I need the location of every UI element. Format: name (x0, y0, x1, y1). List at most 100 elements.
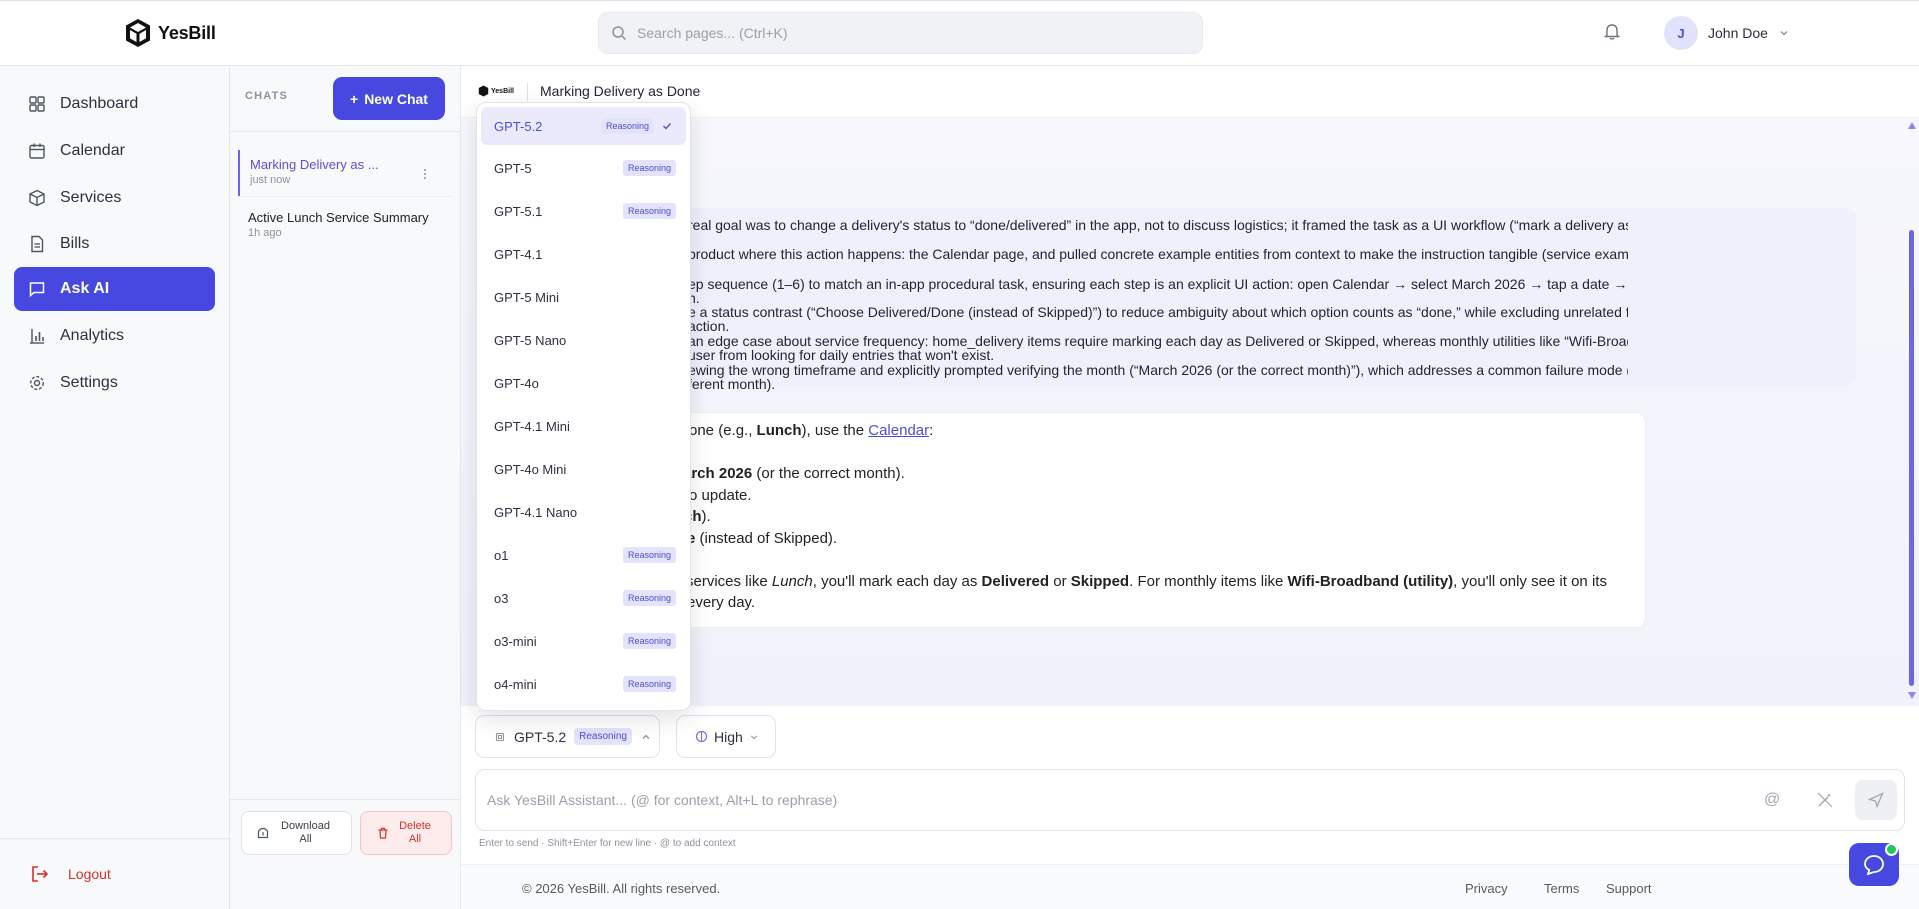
model-option-o3-mini[interactable]: o3-mini Reasoning (481, 622, 686, 660)
reasoning-badge: Reasoning (600, 118, 654, 134)
sidebar-item-ask-ai[interactable]: Ask AI (14, 267, 215, 311)
sidebar-item-analytics[interactable]: Analytics (14, 314, 215, 358)
trash-icon (378, 827, 388, 839)
brain-icon (695, 730, 708, 743)
copyright-text: © 2026 YesBill. All rights reserved. (522, 881, 721, 896)
magic-wand-icon[interactable] (1816, 791, 1834, 809)
model-option-label: GPT-5 (494, 160, 532, 176)
sidebar-item-settings[interactable]: Settings (14, 361, 215, 405)
model-option-gpt-4-1[interactable]: GPT-4.1 (481, 235, 686, 273)
model-selector-button[interactable]: GPT-5.2 Reasoning (475, 715, 660, 758)
avatar: J (1664, 16, 1698, 50)
sidebar-item-bills[interactable]: Bills (14, 222, 215, 266)
effort-selector-button[interactable]: High (676, 715, 776, 758)
model-option-o4-mini[interactable]: o4-mini Reasoning (481, 665, 686, 703)
model-option-gpt-5[interactable]: GPT-5 Reasoning (481, 149, 686, 187)
reasoning-line: ferent month). (688, 376, 776, 392)
more-vertical-icon[interactable] (423, 168, 427, 180)
search-bar[interactable] (598, 12, 1203, 54)
scroll-up-arrow[interactable] (1908, 122, 1916, 129)
effort-label: High (714, 728, 743, 745)
gear-icon (29, 375, 45, 391)
sidebar-item-calendar[interactable]: Calendar (14, 129, 215, 173)
answer-line: every day. (687, 594, 756, 611)
at-mention-icon[interactable]: @ (1764, 791, 1782, 809)
download-all-button[interactable]: Download All (241, 811, 352, 855)
dashboard-icon (29, 96, 45, 112)
answer-text: services like (686, 573, 772, 590)
answer-line: arch 2026 (or the correct month). (683, 465, 905, 482)
chat-item[interactable]: Active Lunch Service Summary 1h ago (238, 203, 453, 249)
user-menu[interactable]: J John Doe (1664, 16, 1790, 50)
model-option-label: o4-mini (494, 676, 537, 692)
answer-text: , you'll mark each day as (812, 573, 982, 590)
composer-hint: Enter to send · Shift+Enter for new line… (479, 838, 736, 849)
user-name: John Doe (1708, 25, 1768, 41)
message-bubble-icon (1864, 854, 1884, 875)
sidebar-item-label: Dashboard (60, 95, 139, 112)
terms-link[interactable]: Terms (1544, 881, 1579, 896)
chat-item-title: Active Lunch Service Summary (248, 210, 429, 225)
model-option-o1[interactable]: o1 Reasoning (481, 536, 686, 574)
model-selector-label: GPT-5.2 (514, 728, 567, 745)
plus-icon: + (350, 90, 359, 107)
logout-label: Logout (68, 866, 111, 882)
bell-icon[interactable] (1602, 21, 1622, 41)
sidebar-item-services[interactable]: Services (14, 176, 215, 220)
model-option-label: GPT-5.2 (494, 118, 543, 134)
model-option-gpt-4-1-mini[interactable]: GPT-4.1 Mini (481, 407, 686, 445)
chip-icon (495, 732, 505, 741)
model-option-gpt-4o-mini[interactable]: GPT-4o Mini (481, 450, 686, 488)
model-option-gpt-4-1-nano[interactable]: GPT-4.1 Nano (481, 493, 686, 531)
reasoning-line: user from looking for daily entries that… (688, 347, 995, 363)
scrollbar-thumb[interactable] (1909, 230, 1914, 686)
delete-all-button[interactable]: Delete All (360, 811, 452, 855)
model-option-gpt-5-1[interactable]: GPT-5.1 Reasoning (481, 192, 686, 230)
brand-logo[interactable]: YesBill (124, 18, 216, 48)
answer-text: one (e.g., (689, 422, 757, 439)
model-option-gpt-4o[interactable]: GPT-4o (481, 364, 686, 402)
model-option-label: GPT-5 Mini (494, 289, 560, 305)
support-link[interactable]: Support (1606, 881, 1652, 896)
search-input[interactable] (637, 25, 1177, 41)
logout-icon (32, 866, 49, 882)
answer-text: : (929, 422, 934, 439)
model-option-label: o1 (494, 547, 509, 563)
logout-button[interactable]: Logout (30, 864, 111, 884)
chat-item-time: 1h ago (248, 227, 282, 239)
reasoning-line: action. (688, 318, 730, 334)
answer-line: services like Lunch, you'll mark each da… (686, 573, 1607, 590)
answer-line: o update. (689, 487, 752, 504)
chevron-down-icon (1780, 31, 1788, 36)
model-option-label: GPT-4.1 Nano (494, 504, 578, 520)
cube-logo-icon (478, 85, 489, 97)
sidebar-item-dashboard[interactable]: Dashboard (14, 82, 215, 126)
message-input[interactable] (487, 792, 1687, 814)
privacy-link[interactable]: Privacy (1465, 881, 1508, 896)
scroll-down-arrow[interactable] (1908, 692, 1916, 699)
answer-text: ). (701, 508, 711, 525)
model-option-gpt-5-mini[interactable]: GPT-5 Mini (481, 278, 686, 316)
answer-text: (instead of Skipped). (695, 530, 838, 547)
model-option-gpt-5-nano[interactable]: GPT-5 Nano (481, 321, 686, 359)
chat-item[interactable]: Marking Delivery as ... just now (238, 150, 453, 196)
reasoning-badge: Reasoning (622, 160, 676, 176)
answer-bold: Lunch (756, 422, 802, 439)
reasoning-badge: Reasoning (622, 547, 676, 563)
model-option-label: GPT-4o (494, 375, 539, 391)
search-icon (612, 26, 627, 41)
model-option-gpt-5-2[interactable]: GPT-5.2 Reasoning (481, 107, 686, 145)
new-chat-button[interactable]: + New Chat (333, 77, 445, 120)
new-chat-label: New Chat (364, 90, 428, 107)
chat-separator (238, 196, 453, 197)
answer-line: e (instead of Skipped). (687, 530, 837, 547)
download-all-label: Download All (281, 820, 330, 845)
online-status-dot (1885, 843, 1898, 856)
send-button[interactable] (1855, 780, 1897, 820)
message-composer: @ (475, 769, 1905, 831)
reasoning-badge: Reasoning (622, 203, 676, 219)
answer-bold: arch 2026 (683, 465, 753, 482)
model-option-o3[interactable]: o3 Reasoning (481, 579, 686, 617)
answer-bold: Wifi-Broadband (utility) (1287, 573, 1454, 590)
calendar-link[interactable]: Calendar (868, 422, 929, 439)
